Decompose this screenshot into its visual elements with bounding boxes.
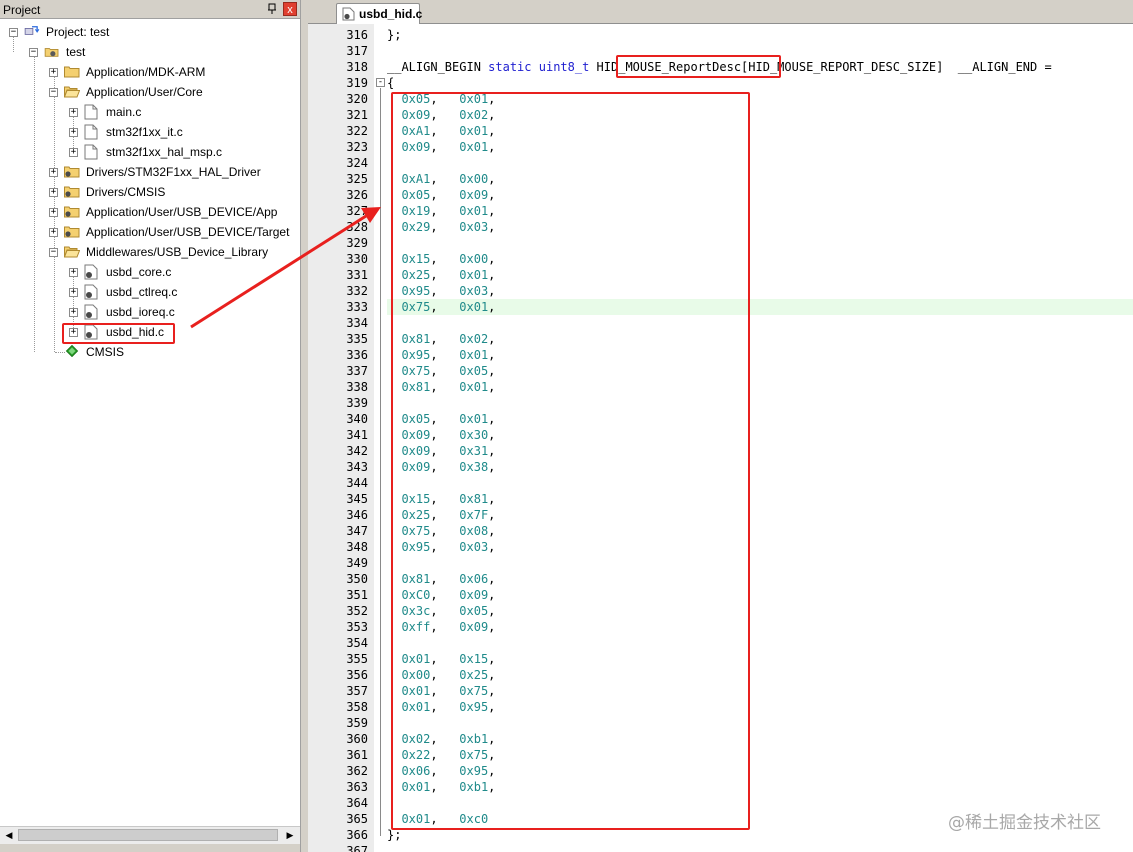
annotation-arrow-icon — [190, 207, 381, 329]
watermark: @稀土掘金技术社区 — [948, 813, 1101, 833]
